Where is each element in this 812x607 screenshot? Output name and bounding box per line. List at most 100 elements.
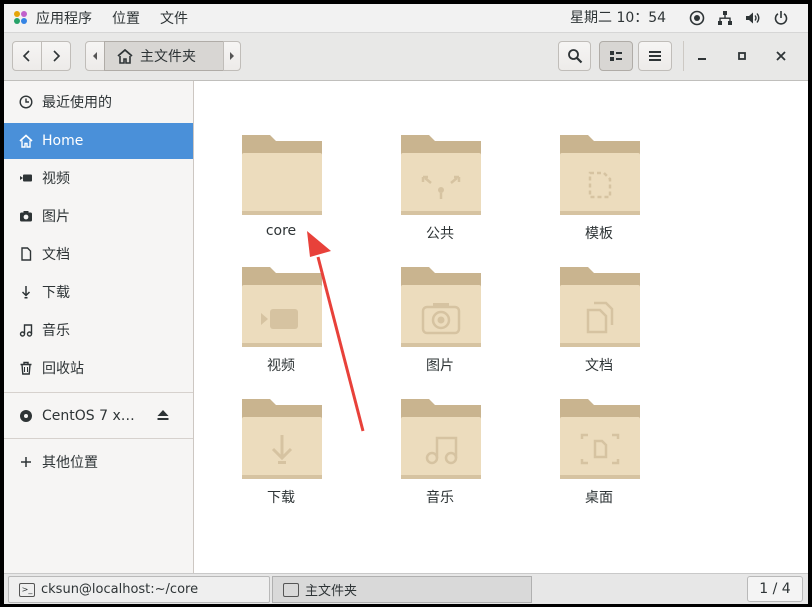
- folder-share-icon: [401, 135, 481, 215]
- menu-button[interactable]: [638, 41, 672, 71]
- sidebar-item-home[interactable]: Home: [4, 123, 193, 159]
- folder-desktop-icon: [560, 399, 640, 479]
- path-home-label: 主文件夹: [140, 49, 196, 65]
- folder-music-icon: [401, 399, 481, 479]
- annotation-arrow-icon: [307, 231, 365, 432]
- minimize-button[interactable]: [693, 47, 711, 65]
- terminal-icon: >_: [19, 582, 35, 597]
- file-menu-label: 文件: [160, 11, 188, 27]
- sidebar-item-trash[interactable]: 回收站: [4, 350, 193, 386]
- list-view-icon: [610, 51, 622, 61]
- folder-desktop[interactable]: 桌面: [549, 397, 649, 517]
- header-separator: [683, 41, 684, 71]
- sidebar-item-other-locations[interactable]: 其他位置: [4, 444, 193, 480]
- folder-templates[interactable]: 模板: [549, 133, 649, 253]
- folder-template-icon: [560, 135, 640, 215]
- file-manager-window: 主文件夹 最近使用的 Home 视频 图片 文档 下载 音乐 回收站 CentO…: [4, 33, 808, 573]
- download-icon: [18, 284, 34, 300]
- sidebar: 最近使用的 Home 视频 图片 文档 下载 音乐 回收站 CentOS 7 x…: [4, 81, 194, 573]
- folder-icon: [242, 135, 322, 215]
- workspace-pager[interactable]: 1 / 4: [747, 576, 803, 602]
- chevron-right-icon: [53, 50, 61, 62]
- folder-music[interactable]: 音乐: [390, 397, 490, 517]
- chevron-left-icon: [22, 50, 30, 62]
- music-icon: [18, 322, 34, 338]
- header-bar: 主文件夹: [4, 33, 808, 81]
- sidebar-item-recent[interactable]: 最近使用的: [4, 84, 193, 120]
- close-icon: [776, 51, 786, 61]
- clock[interactable]: 星期二 10：54: [570, 4, 666, 32]
- document-icon: [18, 246, 34, 262]
- close-button[interactable]: [772, 47, 790, 65]
- file-menu[interactable]: 文件: [150, 4, 198, 32]
- task-terminal[interactable]: >_ cksun@localhost:~/core: [8, 576, 270, 603]
- task-label: cksun@localhost:~/core: [41, 582, 199, 597]
- eject-icon[interactable]: [156, 408, 170, 426]
- sidebar-item-label: 其他位置: [42, 455, 98, 471]
- path-home-button[interactable]: 主文件夹: [104, 41, 224, 71]
- task-label: 主文件夹: [305, 584, 358, 599]
- path-scroll-right-button[interactable]: [223, 41, 241, 71]
- task-files[interactable]: 主文件夹: [272, 576, 532, 603]
- folder-label: 桌面: [585, 490, 613, 506]
- sidebar-item-label: 视频: [42, 171, 70, 187]
- sidebar-item-videos[interactable]: 视频: [4, 160, 193, 196]
- applications-label: 应用程序: [36, 11, 92, 27]
- search-button[interactable]: [558, 41, 591, 71]
- disc-icon: [18, 408, 34, 424]
- sidebar-divider: [4, 392, 193, 393]
- folder-label: 模板: [585, 226, 613, 242]
- minimize-icon: [698, 58, 706, 60]
- maximize-icon: [738, 52, 746, 60]
- forward-button[interactable]: [41, 41, 71, 71]
- sidebar-item-downloads[interactable]: 下载: [4, 274, 193, 310]
- sidebar-item-label: CentOS 7 x…: [42, 408, 135, 424]
- accessibility-icon[interactable]: [686, 4, 708, 32]
- sidebar-item-documents[interactable]: 文档: [4, 236, 193, 272]
- folder-label: 公共: [426, 226, 454, 242]
- home-icon: [117, 48, 133, 64]
- hamburger-icon: [649, 51, 661, 61]
- volume-icon[interactable]: [742, 4, 764, 32]
- folder-pictures[interactable]: 图片: [390, 265, 490, 385]
- folder-label: 音乐: [426, 490, 454, 506]
- files-window-icon: [283, 582, 299, 597]
- folder-documents-icon: [560, 267, 640, 347]
- sidebar-item-label: 下载: [42, 285, 70, 301]
- applications-menu[interactable]: 应用程序: [4, 4, 102, 32]
- file-view: core 公共 模板 视频 图片 文档 下载 音乐 桌面: [194, 81, 808, 573]
- trash-icon: [18, 360, 34, 376]
- maximize-button[interactable]: [733, 47, 751, 65]
- folder-documents[interactable]: 文档: [549, 265, 649, 385]
- folder-public[interactable]: 公共: [390, 133, 490, 253]
- recent-icon: [18, 94, 34, 110]
- triangle-right-icon: [230, 52, 234, 60]
- gnome-foot-icon: [14, 11, 28, 25]
- sidebar-item-label: 文档: [42, 247, 70, 263]
- folder-label: 图片: [426, 358, 454, 374]
- places-menu[interactable]: 位置: [102, 4, 150, 32]
- folder-camera-icon: [401, 267, 481, 347]
- sidebar-item-music[interactable]: 音乐: [4, 312, 193, 348]
- back-button[interactable]: [12, 41, 42, 71]
- video-icon: [18, 170, 34, 186]
- plus-icon: [18, 454, 34, 470]
- sidebar-item-label: 回收站: [42, 361, 84, 377]
- camera-icon: [18, 208, 34, 224]
- sidebar-item-label: 最近使用的: [42, 95, 112, 111]
- folder-label: 文档: [585, 358, 613, 374]
- taskbar: >_ cksun@localhost:~/core 主文件夹 1 / 4: [4, 573, 808, 604]
- network-icon[interactable]: [714, 4, 736, 32]
- top-bar: 应用程序 位置 文件 星期二 10：54: [4, 4, 808, 33]
- sidebar-item-device[interactable]: CentOS 7 x…: [4, 398, 193, 434]
- sidebar-item-label: 音乐: [42, 323, 70, 339]
- sidebar-divider: [4, 438, 193, 439]
- view-mode-button[interactable]: [599, 41, 633, 71]
- sidebar-item-label: Home: [42, 133, 84, 149]
- search-icon: [567, 49, 582, 64]
- sidebar-item-label: 图片: [42, 209, 70, 225]
- power-icon[interactable]: [770, 4, 792, 32]
- path-scroll-left-button[interactable]: [85, 41, 105, 71]
- triangle-left-icon: [93, 52, 97, 60]
- sidebar-item-pictures[interactable]: 图片: [4, 198, 193, 234]
